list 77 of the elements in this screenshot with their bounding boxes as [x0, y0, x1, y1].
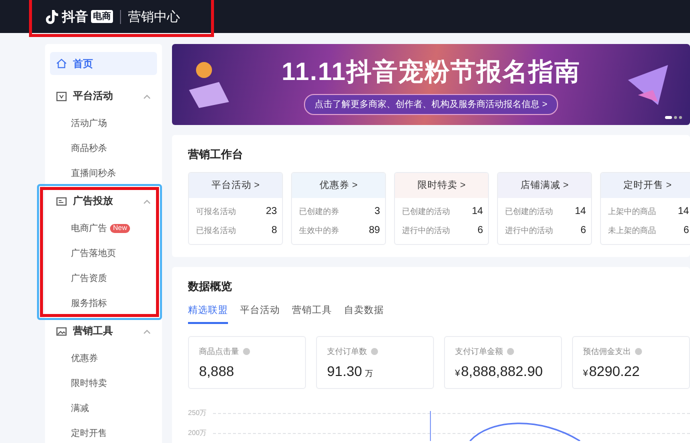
card-header: 定时开售 > — [601, 173, 690, 198]
sidebar-item[interactable]: 满减 — [50, 396, 157, 421]
stat-value: 3 — [374, 206, 380, 217]
carousel-dot[interactable] — [679, 116, 682, 119]
help-icon — [371, 348, 378, 355]
sidebar-item[interactable]: 广告落地页 — [50, 241, 157, 266]
stat-label: 生效中的券 — [299, 225, 339, 236]
stat-card[interactable]: 优惠券 > 已创建的券 3 生效中的券 89 — [291, 172, 386, 245]
section-title: 数据概览 — [188, 280, 233, 294]
logo-text: 抖音 — [62, 8, 88, 26]
metric-label: 预估佣金支出 — [583, 346, 631, 357]
stat-card[interactable]: 限时特卖 > 已创建的活动 14 进行中的活动 6 — [394, 172, 489, 245]
monitor-icon — [56, 196, 67, 206]
stat-value: 6 — [580, 225, 586, 236]
image-icon — [56, 326, 67, 336]
sidebar-item[interactable]: 商品秒杀 — [50, 136, 157, 161]
stat-card[interactable]: 店铺满减 > 已创建的活动 14 进行中的活动 6 — [497, 172, 592, 245]
stat-card[interactable]: 平台活动 > 可报名活动 23 已报名活动 8 — [188, 172, 283, 245]
sidebar-item[interactable]: 活动广场 — [50, 111, 157, 136]
stat-value: 14 — [678, 206, 689, 217]
sidebar-item[interactable]: 直播间秒杀 — [50, 161, 157, 186]
stat-label: 已创建的活动 — [505, 206, 553, 217]
stat-value: 89 — [368, 225, 380, 236]
metric-unit: 万 — [365, 368, 374, 379]
metric-value: 8,888 — [199, 363, 234, 379]
sidebar-item[interactable]: 首页 — [50, 52, 157, 75]
stat-label: 已创建的活动 — [402, 206, 450, 217]
stat-value: 14 — [574, 206, 586, 217]
stat-value: 23 — [266, 206, 277, 217]
banner-link[interactable]: 点击了解更多商家、创作者、机构及服务商活动报名信息 > — [304, 94, 558, 114]
tab[interactable]: 精选联盟 — [188, 304, 228, 324]
help-icon — [635, 348, 642, 355]
metric-label: 商品点击量 — [199, 346, 239, 357]
sidebar-item[interactable]: 优惠券 — [50, 346, 157, 371]
metric-value: 91.30 — [327, 363, 362, 379]
stat-value: 8 — [271, 225, 277, 236]
stat-value: 6 — [683, 225, 689, 236]
metric-label: 支付订单金额 — [455, 346, 503, 357]
metric-value: 8290.22 — [589, 363, 640, 379]
logo-badge: 电商 — [91, 10, 113, 23]
stat-label: 已报名活动 — [196, 225, 236, 236]
stat-value: 6 — [477, 225, 483, 236]
currency-symbol: ¥ — [455, 368, 460, 378]
sidebar-item[interactable]: 定时开售 — [50, 421, 157, 443]
stat-value: 14 — [472, 206, 483, 217]
banner-title: 11.11抖音宠粉节报名指南 — [282, 56, 580, 88]
sidebar-group[interactable]: 广告投放 — [50, 186, 157, 216]
stat-label: 进行中的活动 — [402, 225, 450, 236]
sidebar-group[interactable]: 平台活动 — [50, 81, 157, 111]
stat-label: 上架中的商品 — [608, 206, 656, 217]
stat-label: 未上架的商品 — [608, 225, 656, 236]
stat-card[interactable]: 定时开售 > 上架中的商品 14 未上架的商品 6 — [600, 172, 690, 245]
metric-label: 支付订单数 — [327, 346, 367, 357]
sidebar-item[interactable]: 限时特卖 — [50, 371, 157, 396]
tab[interactable]: 自卖数据 — [344, 304, 384, 324]
carousel-dot[interactable] — [674, 116, 677, 119]
sidebar-item[interactable]: 服务指标 — [50, 291, 157, 316]
tab[interactable]: 营销工具 — [292, 304, 332, 324]
card-header: 平台活动 > — [189, 173, 282, 198]
metric-value: 8,888,882.90 — [461, 363, 543, 379]
tab[interactable]: 平台活动 — [240, 304, 280, 324]
site-title: 营销中心 — [128, 8, 180, 26]
card-header: 店铺满减 > — [498, 173, 591, 198]
help-icon — [507, 348, 514, 355]
section-title: 营销工作台 — [188, 148, 244, 162]
sidebar-item[interactable]: 广告资质 — [50, 266, 157, 291]
card-header: 限时特卖 > — [395, 173, 488, 198]
currency-symbol: ¥ — [583, 368, 588, 378]
music-note-icon — [45, 8, 59, 24]
promo-banner[interactable]: 11.11抖音宠粉节报名指南 点击了解更多商家、创作者、机构及服务商活动报名信息 > — [172, 44, 690, 125]
stat-label: 已创建的券 — [299, 206, 339, 217]
home-icon — [56, 58, 67, 69]
stat-label: 进行中的活动 — [505, 225, 553, 236]
stat-label: 可报名活动 — [196, 206, 236, 217]
card-header: 优惠券 > — [292, 173, 385, 198]
help-icon — [243, 348, 250, 355]
sidebar-group[interactable]: 营销工具 — [50, 316, 157, 346]
